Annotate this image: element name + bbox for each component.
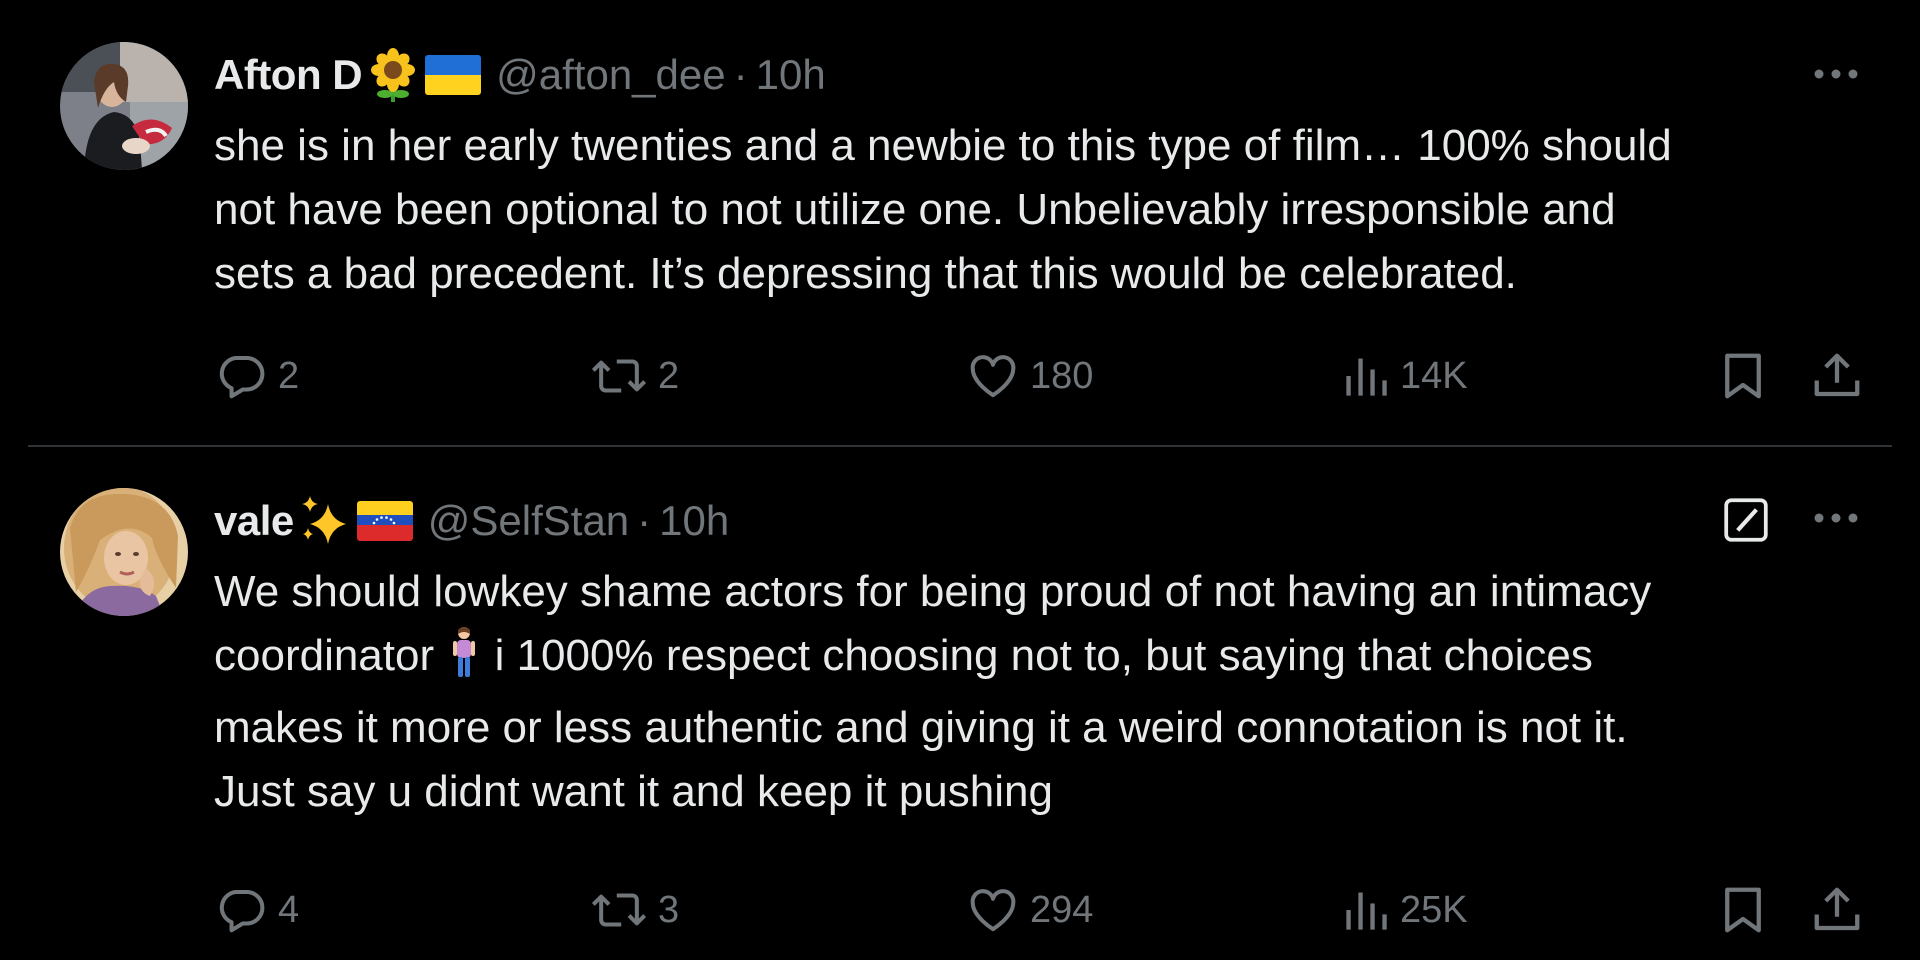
retweet-count: 3 bbox=[658, 888, 680, 931]
share-button[interactable] bbox=[1810, 346, 1864, 406]
heart-icon bbox=[970, 889, 1016, 932]
sunflower-emoji bbox=[366, 48, 420, 102]
handle[interactable]: @afton_dee bbox=[496, 51, 725, 99]
tweet-vale[interactable]: vale @SelfStan · 10h We should lowkey sh… bbox=[0, 448, 1920, 960]
reply-button[interactable]: 4 bbox=[214, 880, 299, 940]
sparkles-emoji bbox=[298, 494, 352, 548]
ukraine-flag-emoji bbox=[424, 53, 482, 97]
retweet-icon bbox=[591, 893, 647, 927]
more-icon bbox=[1814, 69, 1858, 79]
tweet-divider bbox=[28, 445, 1892, 447]
views-button[interactable]: 14K bbox=[1342, 346, 1468, 406]
reply-count: 2 bbox=[278, 354, 300, 397]
views-count: 14K bbox=[1400, 354, 1468, 397]
avatar[interactable] bbox=[60, 488, 188, 616]
retweet-button[interactable]: 2 bbox=[590, 346, 679, 406]
bookmark-button[interactable] bbox=[1718, 346, 1768, 406]
share-button[interactable] bbox=[1810, 880, 1864, 940]
person-standing-emoji bbox=[452, 626, 476, 696]
timestamp[interactable]: 10h bbox=[756, 51, 826, 99]
more-button[interactable] bbox=[1808, 498, 1864, 538]
heart-icon bbox=[970, 355, 1016, 398]
display-name[interactable]: Afton D bbox=[214, 51, 363, 99]
tweet-afton[interactable]: Afton D @afton_dee · 10h she is in her e… bbox=[0, 0, 1920, 446]
tweet-header: Afton D @afton_dee · 10h bbox=[214, 45, 826, 105]
views-icon bbox=[1346, 892, 1387, 930]
like-count: 294 bbox=[1030, 888, 1094, 931]
grok-button[interactable] bbox=[1720, 494, 1772, 546]
like-button[interactable]: 180 bbox=[966, 346, 1093, 406]
like-count: 180 bbox=[1030, 354, 1094, 397]
tweet-text: We should lowkey shame actors for being … bbox=[214, 560, 1874, 824]
retweet-icon bbox=[591, 359, 647, 393]
views-icon bbox=[1346, 358, 1387, 396]
retweet-button[interactable]: 3 bbox=[590, 880, 679, 940]
like-button[interactable]: 294 bbox=[966, 880, 1093, 940]
reply-feed: Afton D @afton_dee · 10h she is in her e… bbox=[0, 0, 1920, 960]
bookmark-icon bbox=[1725, 353, 1761, 399]
views-count: 25K bbox=[1400, 888, 1468, 931]
share-icon bbox=[1814, 887, 1860, 931]
bookmark-icon bbox=[1725, 887, 1761, 933]
bookmark-button[interactable] bbox=[1718, 880, 1768, 940]
views-button[interactable]: 25K bbox=[1342, 880, 1468, 940]
reply-icon bbox=[219, 889, 265, 933]
reply-icon bbox=[219, 355, 265, 399]
share-icon bbox=[1814, 353, 1860, 397]
tweet-actions: 2 2 180 14K bbox=[214, 346, 1874, 406]
avatar[interactable] bbox=[60, 42, 188, 170]
tweet-header: vale @SelfStan · 10h bbox=[214, 491, 729, 551]
retweet-count: 2 bbox=[658, 354, 680, 397]
reply-count: 4 bbox=[278, 888, 300, 931]
avatar-image bbox=[60, 42, 188, 170]
more-button[interactable] bbox=[1808, 54, 1864, 94]
dot-separator: · bbox=[637, 497, 652, 544]
more-icon bbox=[1814, 513, 1858, 523]
tweet-text: she is in her early twenties and a newbi… bbox=[214, 121, 1672, 298]
avatar-image bbox=[60, 488, 188, 616]
reply-button[interactable]: 2 bbox=[214, 346, 299, 406]
venezuela-flag-emoji bbox=[356, 499, 414, 543]
handle[interactable]: @SelfStan bbox=[428, 497, 629, 545]
grok-icon bbox=[1724, 498, 1768, 542]
display-name[interactable]: vale bbox=[214, 497, 294, 545]
timestamp[interactable]: 10h bbox=[659, 497, 729, 545]
dot-separator: · bbox=[733, 51, 748, 98]
tweet-actions: 4 3 294 25K bbox=[214, 880, 1874, 940]
